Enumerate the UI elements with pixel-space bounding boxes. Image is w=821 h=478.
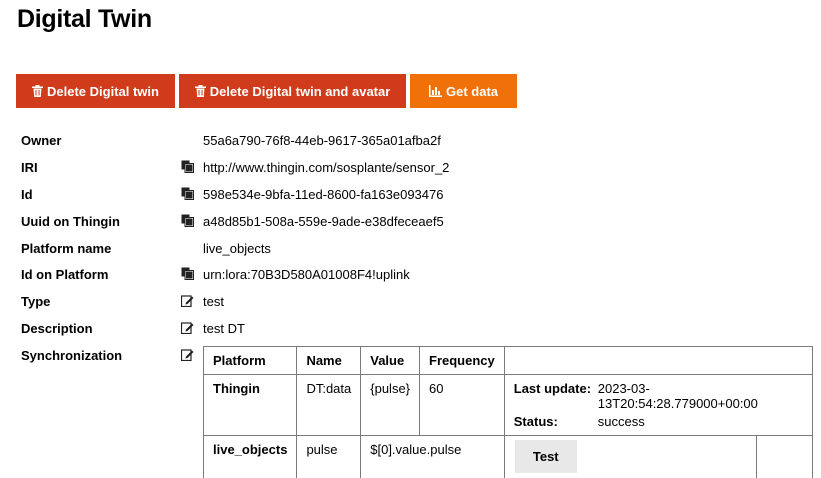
row-frequency: 60 bbox=[419, 374, 505, 436]
delete-digital-twin-button[interactable]: Delete Digital twin bbox=[16, 74, 175, 108]
test-button[interactable]: Test bbox=[514, 440, 577, 473]
synchronization-label: Synchronization bbox=[21, 348, 123, 363]
id-value: 598e534e-9bfa-11ed-8600-fa163e093476 bbox=[203, 187, 444, 202]
bar-chart-icon bbox=[428, 85, 442, 97]
column-header-platform: Platform bbox=[202, 346, 298, 375]
row-name: DT:data bbox=[296, 374, 362, 436]
table-header-row: Platform Name Value Frequency bbox=[202, 346, 813, 375]
id-on-platform-label: Id on Platform bbox=[21, 267, 109, 282]
column-header-details bbox=[503, 346, 813, 375]
get-data-button[interactable]: Get data bbox=[410, 74, 517, 108]
table-row: Thingin DT:data {pulse} 60 Last update: … bbox=[202, 374, 813, 436]
type-value: test bbox=[203, 294, 224, 309]
row-platform: live_objects bbox=[202, 435, 298, 478]
platform-name-value: live_objects bbox=[203, 241, 271, 256]
id-label: Id bbox=[21, 187, 33, 202]
platform-name-label: Platform name bbox=[21, 241, 112, 256]
column-header-frequency: Frequency bbox=[419, 346, 505, 375]
description-value: test DT bbox=[203, 321, 245, 336]
edit-icon[interactable] bbox=[181, 348, 194, 361]
copy-icon[interactable] bbox=[181, 160, 194, 173]
synchronization-table: Platform Name Value Frequency Thingin DT… bbox=[202, 346, 813, 478]
row-extra bbox=[755, 435, 813, 478]
row-sync-status: Last update: 2023-03-13T20:54:28.779000+… bbox=[503, 374, 813, 436]
row-value: $[0].value.pulse bbox=[360, 435, 505, 478]
page-title: Digital Twin bbox=[17, 5, 152, 33]
edit-icon[interactable] bbox=[181, 294, 194, 307]
row-name: pulse bbox=[296, 435, 362, 478]
column-header-value: Value bbox=[360, 346, 421, 375]
owner-label: Owner bbox=[21, 133, 62, 148]
uuid-label: Uuid on Thingin bbox=[21, 214, 120, 229]
column-header-name: Name bbox=[296, 346, 362, 375]
last-update-label: Last update: bbox=[513, 381, 592, 396]
trash-icon bbox=[32, 85, 44, 97]
table-row: live_objects pulse $[0].value.pulse Test bbox=[202, 435, 813, 478]
description-label: Description bbox=[21, 321, 93, 336]
status-label: Status: bbox=[513, 414, 558, 429]
row-platform: Thingin bbox=[202, 374, 298, 436]
row-actions: Test bbox=[503, 435, 757, 478]
copy-icon[interactable] bbox=[181, 267, 194, 280]
edit-icon[interactable] bbox=[181, 321, 194, 334]
iri-value: http://www.thingin.com/sosplante/sensor_… bbox=[203, 160, 450, 175]
id-on-platform-value: urn:lora:70B3D580A01008F4!uplink bbox=[203, 267, 410, 282]
copy-icon[interactable] bbox=[181, 214, 194, 227]
iri-label: IRI bbox=[21, 160, 38, 175]
trash-icon bbox=[194, 85, 206, 97]
type-label: Type bbox=[21, 294, 51, 309]
last-update-value: 2023-03-13T20:54:28.779000+00:00 bbox=[597, 381, 758, 411]
delete-digital-twin-and-avatar-button[interactable]: Delete Digital twin and avatar bbox=[179, 74, 406, 108]
get-data-label: Get data bbox=[445, 83, 498, 99]
owner-value: 55a6a790-76f8-44eb-9617-365a01afba2f bbox=[203, 133, 441, 148]
copy-icon[interactable] bbox=[181, 187, 194, 200]
delete-digital-twin-and-avatar-label: Delete Digital twin and avatar bbox=[209, 83, 391, 99]
row-value: {pulse} bbox=[360, 374, 421, 436]
uuid-value: a48d85b1-508a-559e-9ade-e38dfeceaef5 bbox=[203, 214, 444, 229]
delete-digital-twin-label: Delete Digital twin bbox=[47, 83, 159, 99]
status-value: success bbox=[597, 414, 645, 429]
